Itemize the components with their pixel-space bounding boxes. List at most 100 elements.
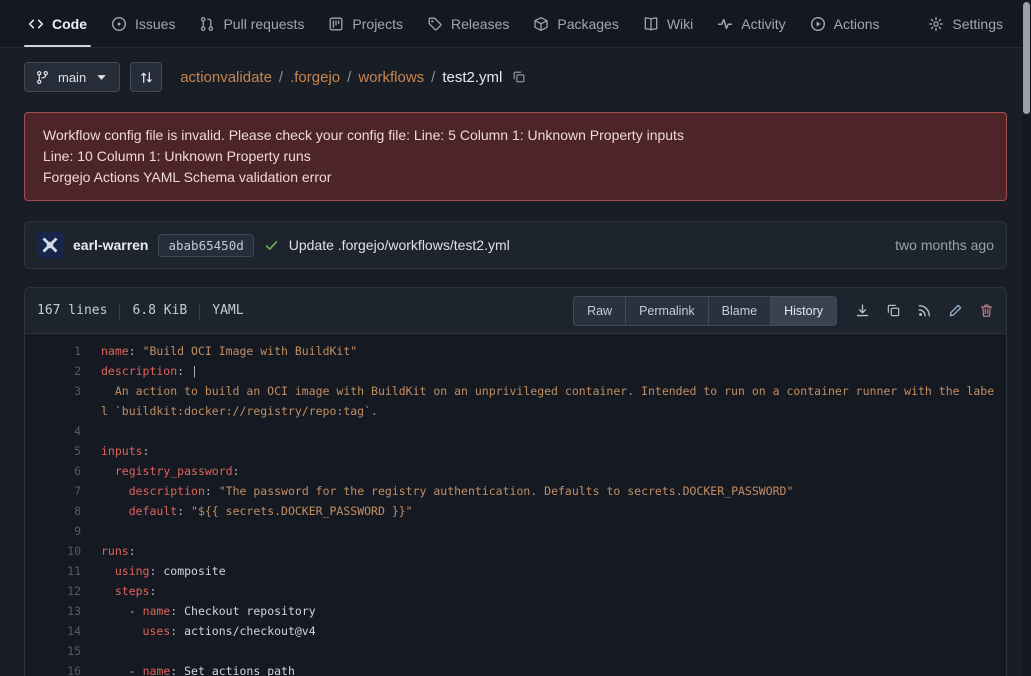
line-content: default: "${{ secrets.DOCKER_PASSWORD }}… xyxy=(81,501,1006,521)
tab-label: Actions xyxy=(834,16,880,32)
line-number[interactable]: 15 xyxy=(25,641,81,661)
raw-button[interactable]: Raw xyxy=(573,296,626,326)
line-content xyxy=(81,521,1006,541)
compare-button[interactable] xyxy=(130,62,162,92)
line-number[interactable]: 2 xyxy=(25,361,81,381)
line-number[interactable]: 16 xyxy=(25,661,81,676)
commit-author[interactable]: earl-warren xyxy=(73,237,148,253)
breadcrumb-item--forgejo[interactable]: .forgejo xyxy=(290,69,340,86)
activity-icon xyxy=(717,16,733,32)
meta-divider xyxy=(119,303,120,319)
commit-hash-button[interactable]: abab65450d xyxy=(158,234,253,257)
line-number[interactable]: 4 xyxy=(25,421,81,441)
rss-icon[interactable] xyxy=(917,303,932,318)
wiki-icon xyxy=(643,16,659,32)
code-line: 3 An action to build an OCI image with B… xyxy=(25,381,1006,421)
file-view-buttons: RawPermalinkBlameHistory xyxy=(573,296,837,326)
compare-icon xyxy=(139,70,154,85)
commit-time: two months ago xyxy=(895,237,994,253)
tab-projects[interactable]: Projects xyxy=(316,0,415,47)
trash-icon[interactable] xyxy=(979,303,994,318)
line-content: - name: Checkout repository xyxy=(81,601,1006,621)
line-number[interactable]: 8 xyxy=(25,501,81,521)
line-number[interactable]: 10 xyxy=(25,541,81,561)
breadcrumb-item-workflows[interactable]: workflows xyxy=(358,69,424,86)
line-number[interactable]: 3 xyxy=(25,381,81,421)
code-line: 5inputs: xyxy=(25,441,1006,461)
tab-releases[interactable]: Releases xyxy=(415,0,521,47)
line-number[interactable]: 11 xyxy=(25,561,81,581)
line-number[interactable]: 6 xyxy=(25,461,81,481)
pull-request-icon xyxy=(199,16,215,32)
code-line: 13 - name: Checkout repository xyxy=(25,601,1006,621)
breadcrumb-separator: / xyxy=(431,69,435,86)
code-line: 4 xyxy=(25,421,1006,441)
breadcrumb: actionvalidate/.forgejo/workflows/test2.… xyxy=(180,69,526,86)
download-icon[interactable] xyxy=(855,303,870,318)
tab-settings[interactable]: Settings xyxy=(916,0,1015,47)
file-meta: 167 lines 6.8 KiB YAML xyxy=(37,303,244,319)
line-number[interactable]: 13 xyxy=(25,601,81,621)
history-button[interactable]: History xyxy=(770,296,837,326)
code-icon xyxy=(28,16,44,32)
repo-toolbar: main actionvalidate/.forgejo/workflows/t… xyxy=(0,48,1031,104)
blame-button[interactable]: Blame xyxy=(708,296,771,326)
code-line: 8 default: "${{ secrets.DOCKER_PASSWORD … xyxy=(25,501,1006,521)
actions-icon xyxy=(810,16,826,32)
copy-path-icon[interactable] xyxy=(512,70,526,84)
permalink-button[interactable]: Permalink xyxy=(625,296,709,326)
breadcrumb-item-actionvalidate[interactable]: actionvalidate xyxy=(180,69,272,86)
line-number[interactable]: 9 xyxy=(25,521,81,541)
code-line: 6 registry_password: xyxy=(25,461,1006,481)
projects-icon xyxy=(328,16,344,32)
tab-label: Activity xyxy=(741,16,785,32)
line-content: steps: xyxy=(81,581,1006,601)
issue-icon xyxy=(111,16,127,32)
settings-icon xyxy=(928,16,944,32)
scrollbar[interactable] xyxy=(1022,0,1031,676)
code-line: 15 xyxy=(25,641,1006,661)
breadcrumb-separator: / xyxy=(347,69,351,86)
chevron-down-icon xyxy=(94,70,109,85)
code-line: 9 xyxy=(25,521,1006,541)
branch-label: main xyxy=(58,70,86,85)
tab-label: Projects xyxy=(352,16,403,32)
line-content: description: | xyxy=(81,361,1006,381)
tab-actions[interactable]: Actions xyxy=(798,0,892,47)
line-number[interactable]: 14 xyxy=(25,621,81,641)
breadcrumb-separator: / xyxy=(279,69,283,86)
code-viewer: 1name: "Build OCI Image with BuildKit"2d… xyxy=(25,334,1006,676)
file-view: 167 lines 6.8 KiB YAML RawPermalinkBlame… xyxy=(24,287,1007,676)
line-number[interactable]: 7 xyxy=(25,481,81,501)
tab-label: Pull requests xyxy=(223,16,304,32)
tab-wiki[interactable]: Wiki xyxy=(631,0,705,47)
branch-selector[interactable]: main xyxy=(24,62,120,92)
error-banner-line: Forgejo Actions YAML Schema validation e… xyxy=(43,167,988,188)
code-line: 1name: "Build OCI Image with BuildKit" xyxy=(25,341,1006,361)
tab-activity[interactable]: Activity xyxy=(705,0,797,47)
code-line: 14 uses: actions/checkout@v4 xyxy=(25,621,1006,641)
tab-packages[interactable]: Packages xyxy=(521,0,630,47)
file-language: YAML xyxy=(212,303,243,318)
commit-message[interactable]: Update .forgejo/workflows/test2.yml xyxy=(289,237,510,253)
code-line: 11 using: composite xyxy=(25,561,1006,581)
line-content: runs: xyxy=(81,541,1006,561)
tab-code[interactable]: Code xyxy=(16,0,99,47)
line-content: uses: actions/checkout@v4 xyxy=(81,621,1006,641)
copy-icon[interactable] xyxy=(886,303,901,318)
line-number[interactable]: 12 xyxy=(25,581,81,601)
line-content xyxy=(81,421,1006,441)
avatar[interactable] xyxy=(37,232,63,258)
branch-icon xyxy=(35,70,50,85)
line-number[interactable]: 1 xyxy=(25,341,81,361)
tab-issues[interactable]: Issues xyxy=(99,0,187,47)
tab-label: Code xyxy=(52,16,87,32)
tab-pull-requests[interactable]: Pull requests xyxy=(187,0,316,47)
scrollbar-thumb[interactable] xyxy=(1023,2,1030,114)
tab-label: Settings xyxy=(952,16,1003,32)
line-content: description: "The password for the regis… xyxy=(81,481,1006,501)
error-banner-line: Line: 10 Column 1: Unknown Property runs xyxy=(43,146,988,167)
commit-status-check-icon[interactable] xyxy=(264,238,279,253)
line-number[interactable]: 5 xyxy=(25,441,81,461)
pencil-icon[interactable] xyxy=(948,303,963,318)
